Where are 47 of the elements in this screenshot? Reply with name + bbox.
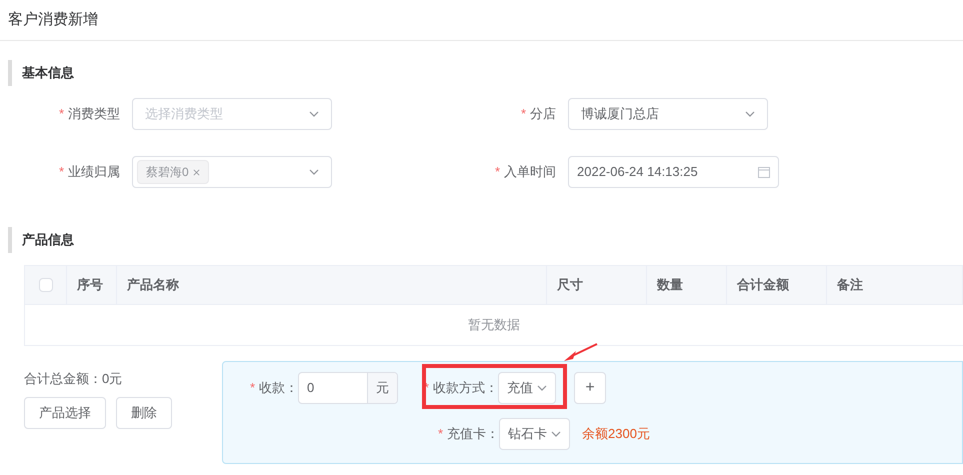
required-asterisk: * xyxy=(438,425,443,444)
chevron-down-icon xyxy=(309,111,319,117)
field-label: 入单时间 xyxy=(504,163,556,182)
chevron-down-icon xyxy=(745,111,755,117)
section-title: 产品信息 xyxy=(22,231,74,250)
action-button[interactable]: 产品选择 xyxy=(24,396,106,428)
date-value: 2022-06-24 14:13:25 xyxy=(577,163,698,182)
required-asterisk: * xyxy=(250,379,255,398)
section-title: 基本信息 xyxy=(22,64,74,82)
chevron-down-icon xyxy=(551,431,561,437)
field-label: 收款方式： xyxy=(433,379,498,398)
field-label: 收款： xyxy=(259,379,298,398)
field-label: 充值卡： xyxy=(447,425,499,444)
field-label: 业绩归属 xyxy=(68,163,120,182)
chevron-down-icon xyxy=(537,385,547,391)
action-button[interactable]: 删除 xyxy=(116,396,172,428)
close-icon[interactable] xyxy=(192,168,200,176)
select-field[interactable]: 博诚厦门总店 xyxy=(568,98,768,130)
field-label: 分店 xyxy=(530,105,556,124)
selected-tag: 蔡碧海0 xyxy=(137,160,209,184)
select-placeholder: 选择消费类型 xyxy=(145,105,223,124)
required-asterisk: * xyxy=(494,163,500,182)
column-header: 产品名称 xyxy=(127,276,179,294)
select-value: 博诚厦门总店 xyxy=(581,105,659,124)
column-header: 序号 xyxy=(77,276,103,294)
required-asterisk: * xyxy=(58,105,64,124)
column-header: 合计金额 xyxy=(737,276,789,294)
select-all-checkbox[interactable] xyxy=(38,278,52,292)
column-header: 尺寸 xyxy=(557,276,583,294)
column-header: 备注 xyxy=(837,276,863,294)
method-select[interactable]: 充值 xyxy=(498,372,556,404)
amount-field[interactable]: 0 元 xyxy=(298,372,398,404)
unit-label: 元 xyxy=(367,373,397,403)
required-asterisk: * xyxy=(520,105,526,124)
calendar-icon xyxy=(758,166,770,178)
balance-text: 余额2300元 xyxy=(582,425,650,444)
field-label: 消费类型 xyxy=(68,105,120,124)
chevron-down-icon xyxy=(309,169,319,175)
page-title: 客户消费新增 xyxy=(8,10,98,30)
annotation-arrow xyxy=(562,343,598,363)
add-button[interactable]: + xyxy=(574,372,606,404)
required-asterisk: * xyxy=(58,163,64,182)
column-header: 数量 xyxy=(657,276,683,294)
empty-table-text: 暂无数据 xyxy=(468,316,520,334)
date-field[interactable]: 2022-06-24 14:13:25 xyxy=(568,156,779,188)
total-amount-text: 合计总金额：0元 xyxy=(24,370,124,388)
card-select[interactable]: 钻石卡 xyxy=(499,418,570,450)
